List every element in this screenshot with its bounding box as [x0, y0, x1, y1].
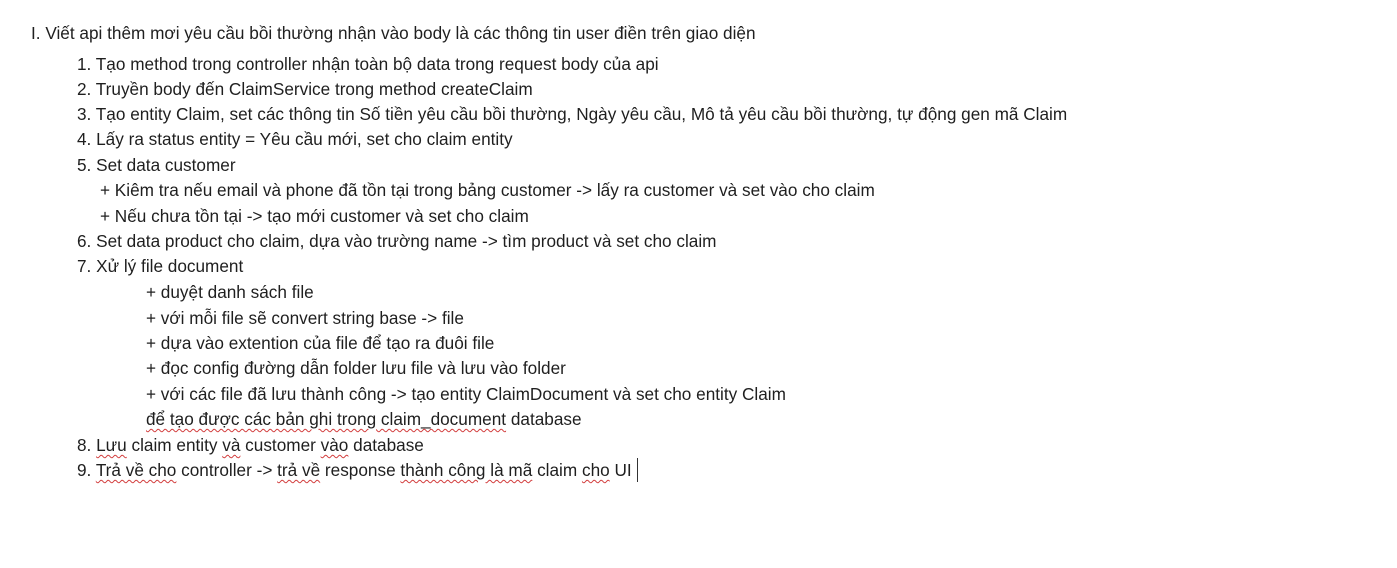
- list-sub-item: + duyệt danh sách file: [146, 282, 314, 302]
- list-item: 4. Lấy ra status entity = Yêu cầu mới, s…: [77, 129, 513, 149]
- plain-text: database: [348, 435, 424, 455]
- spellcheck-underlined-text: để tạo được các bản ghi trong claim_docu…: [146, 409, 507, 429]
- spellcheck-underlined-text: Trả về cho: [95, 460, 177, 480]
- section-heading: I. Viết api thêm mơi yêu cầu bồi thường …: [31, 23, 756, 43]
- plain-text: database: [506, 409, 582, 429]
- plain-text: controller ->: [176, 460, 278, 480]
- list-item: 7. Xử lý file document: [77, 256, 244, 276]
- list-sub-item: + dựa vào extention của file để tạo ra đ…: [146, 333, 495, 353]
- list-sub-item: + Nếu chưa tồn tại -> tạo mới customer v…: [100, 206, 529, 226]
- list-sub-item: + Kiêm tra nếu email và phone đã tồn tại…: [100, 180, 875, 200]
- spellcheck-underlined-text: cho: [581, 460, 610, 480]
- list-item: 5. Set data customer: [77, 155, 236, 175]
- spellcheck-underlined-text: thành công là mã: [400, 460, 533, 480]
- spellcheck-underlined-text: vào: [320, 435, 349, 455]
- document-page[interactable]: { "document": { "heading": "I. Viết api …: [0, 0, 1397, 568]
- spellcheck-underlined-text: trả về: [277, 460, 321, 480]
- plain-text: UI: [609, 460, 632, 480]
- list-number: 8.: [77, 435, 97, 455]
- list-item: 3. Tạo entity Claim, set các thông tin S…: [77, 104, 1068, 124]
- list-item: 9. Trả về cho controller -> trả về respo…: [77, 458, 638, 482]
- list-sub-item: + với mỗi file sẽ convert string base ->…: [146, 308, 464, 328]
- list-item: 8. Lưu claim entity và customer vào data…: [77, 433, 424, 457]
- plain-text: claim entity: [126, 435, 223, 455]
- spellcheck-underlined-text: Lưu: [96, 435, 127, 455]
- list-item: 2. Truyền body đến ClaimService trong me…: [77, 79, 533, 99]
- list-sub-item: + với các file đã lưu thành công -> tạo …: [146, 384, 786, 404]
- list-number: 9.: [77, 460, 96, 480]
- spellcheck-underlined-text: và: [222, 435, 241, 455]
- plain-text: customer: [240, 435, 321, 455]
- list-item: 1. Tạo method trong controller nhận toàn…: [77, 54, 659, 74]
- plain-text: response: [320, 460, 401, 480]
- continuation-line: để tạo được các bản ghi trong claim_docu…: [146, 407, 582, 431]
- text-cursor: [636, 458, 638, 482]
- plain-text: claim: [532, 460, 582, 480]
- list-sub-item: + đọc config đường dẫn folder lưu file v…: [146, 358, 566, 378]
- list-item: 6. Set data product cho claim, dựa vào t…: [77, 231, 717, 251]
